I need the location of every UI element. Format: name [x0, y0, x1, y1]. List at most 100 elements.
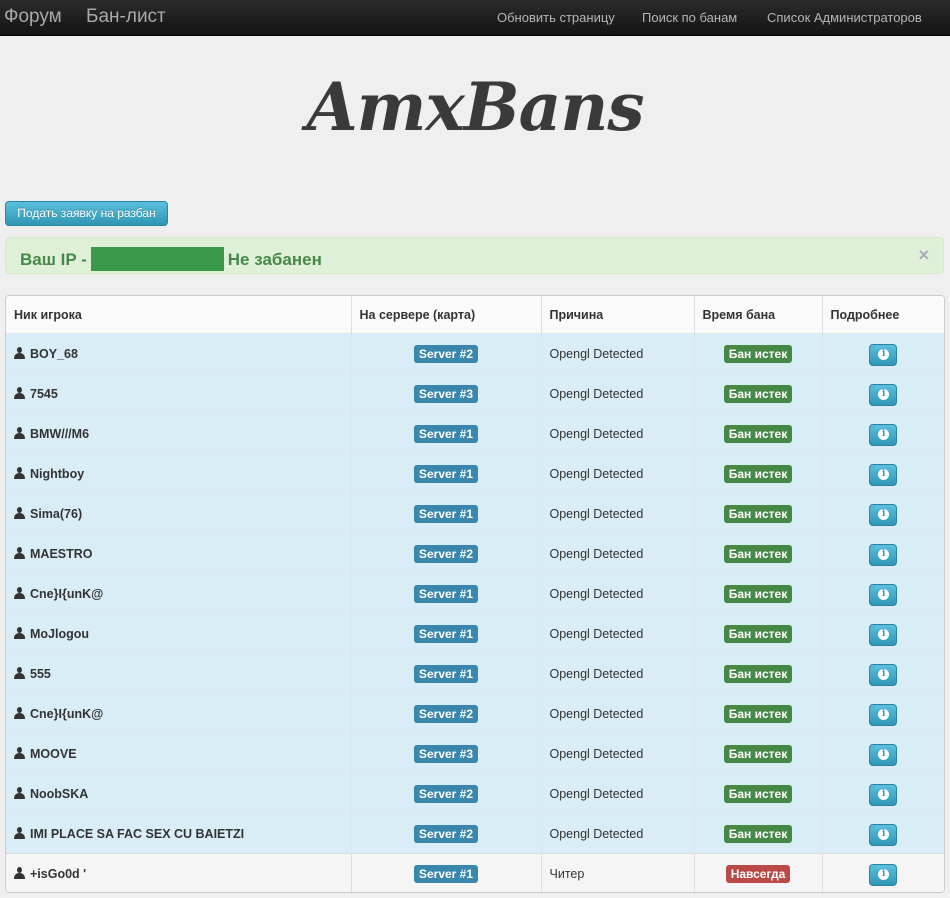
nick-cell: IMI PLACE SA FAC SEX CU BAIETZI: [6, 813, 351, 854]
info-icon: i: [878, 628, 890, 640]
details-button[interactable]: i: [869, 623, 898, 646]
details-button[interactable]: i: [869, 423, 898, 446]
player-nick: Nightboy: [30, 466, 85, 481]
details-button[interactable]: i: [869, 743, 898, 766]
table-row[interactable]: IMI PLACE SA FAC SEX CU BAIETZI Server #2…: [6, 813, 944, 854]
ban-time-cell: Бан истек: [693, 573, 822, 614]
nick-cell: +isGo0d ': [6, 853, 351, 892]
server-cell: Server #1: [350, 653, 541, 694]
server-badge: Server #1: [413, 504, 479, 523]
info-icon: i: [878, 828, 890, 840]
details-button[interactable]: i: [869, 383, 898, 406]
server-badge: Server #1: [413, 424, 479, 443]
ip-status-alert: Ваш IP - Не забанен ×: [5, 237, 944, 274]
ban-time-cell: Бан истек: [693, 453, 822, 494]
submit-unban-request-button[interactable]: Подать заявку на разбан: [5, 201, 168, 226]
table-row[interactable]: 7545 Server #3 Opengl Detected Бан истек i: [6, 373, 944, 414]
server-cell: Server #2: [350, 693, 541, 734]
user-icon: [14, 386, 25, 399]
reason-cell: Opengl Detected: [540, 453, 694, 494]
server-badge: Server #1: [413, 664, 479, 683]
player-nick: IMI PLACE SA FAC SEX CU BAIETZI: [30, 826, 245, 841]
details-button[interactable]: i: [869, 583, 898, 606]
nick-cell: MAESTRO: [6, 533, 351, 574]
ban-time-cell: Бан истек: [693, 333, 822, 374]
ban-table-container: Ник игрока На сервере (карта) Причина Вр…: [5, 295, 945, 893]
reason-cell: Opengl Detected: [540, 813, 694, 854]
table-row[interactable]: BMW///M6 Server #1 Opengl Detected Бан исте…: [6, 413, 944, 454]
nav-refresh-link[interactable]: Обновить страницу: [497, 10, 615, 25]
ban-time-badge: Бан истек: [723, 424, 793, 443]
table-row[interactable]: Cne}I{unK@ Server #1 Opengl Detected Бан ис…: [6, 573, 944, 614]
nick-cell: Cne}I{unK@: [6, 693, 351, 734]
reason-cell: Opengl Detected: [540, 413, 694, 454]
details-button[interactable]: i: [869, 663, 898, 686]
table-row[interactable]: MOOVE Server #3 Opengl Detected Бан истек i: [6, 733, 944, 774]
details-cell: i: [821, 453, 944, 494]
nick-cell: MOOVE: [6, 733, 351, 774]
nav-banlist-link[interactable]: Бан-лист: [86, 6, 166, 28]
close-icon[interactable]: ×: [918, 245, 929, 266]
details-cell: i: [821, 693, 944, 734]
nav-admins-link[interactable]: Список Администраторов: [767, 10, 922, 25]
ban-time-cell: Бан истек: [693, 773, 822, 814]
ban-time-badge: Бан истек: [723, 384, 793, 403]
details-button[interactable]: i: [869, 823, 898, 846]
reason-cell: Читер: [540, 853, 694, 892]
details-cell: i: [821, 413, 944, 454]
ban-time-cell: Бан истек: [693, 373, 822, 414]
server-badge: Server #2: [413, 784, 479, 803]
header-ban-time: Время бана: [693, 296, 822, 334]
nick-cell: Cne}I{unK@: [6, 573, 351, 614]
details-cell: i: [821, 333, 944, 374]
table-row[interactable]: NoobSKA Server #2 Opengl Detected Бан истек…: [6, 773, 944, 814]
nav-forum-link[interactable]: Форум: [4, 6, 62, 28]
server-badge: Server #1: [413, 584, 479, 603]
details-button[interactable]: i: [869, 783, 898, 806]
server-cell: Server #2: [350, 333, 541, 374]
details-button[interactable]: i: [869, 503, 898, 526]
details-cell: i: [821, 573, 944, 614]
server-cell: Server #2: [350, 813, 541, 854]
table-row[interactable]: MAESTRO Server #2 Opengl Detected Бан истек…: [6, 533, 944, 574]
details-cell: i: [821, 773, 944, 814]
table-row[interactable]: MoJlogou Server #1 Opengl Detected Бан исте…: [6, 613, 944, 654]
details-button[interactable]: i: [869, 863, 898, 886]
table-row[interactable]: 555 Server #1 Opengl Detected Бан истек i: [6, 653, 944, 694]
details-button[interactable]: i: [869, 343, 898, 366]
ban-time-badge: Бан истек: [723, 624, 793, 643]
nick-cell: BOY_68: [6, 333, 351, 374]
ban-time-badge: Бан истек: [723, 664, 793, 683]
ban-time-badge: Бан истек: [723, 344, 793, 363]
nav-search-bans-link[interactable]: Поиск по банам: [642, 10, 737, 25]
ban-table: Ник игрока На сервере (карта) Причина Вр…: [6, 296, 944, 892]
ban-time-badge: Бан истек: [723, 824, 793, 843]
details-cell: i: [821, 853, 944, 892]
info-icon: i: [878, 388, 890, 400]
table-row[interactable]: Sima(76) Server #1 Opengl Detected Бан исте…: [6, 493, 944, 534]
reason-cell: Opengl Detected: [540, 573, 694, 614]
ban-table-body: BOY_68 Server #2 Opengl Detected Бан истек i…: [6, 333, 944, 892]
table-row[interactable]: Nightboy Server #1 Opengl Detected Бан исте…: [6, 453, 944, 494]
header-server: На сервере (карта): [350, 296, 541, 334]
server-cell: Server #3: [350, 373, 541, 414]
ban-time-cell: Бан истек: [693, 693, 822, 734]
user-icon: [14, 746, 25, 759]
table-row[interactable]: +isGo0d ' Server #1 Читер Навсегда i: [6, 853, 944, 892]
server-cell: Server #1: [350, 853, 541, 892]
reason-cell: Opengl Detected: [540, 533, 694, 574]
header-details: Подробнее: [821, 296, 944, 334]
ban-status: Не забанен: [227, 250, 322, 269]
details-button[interactable]: i: [869, 703, 898, 726]
ban-time-cell: Навсегда: [693, 853, 822, 892]
details-button[interactable]: i: [869, 543, 898, 566]
details-cell: i: [821, 373, 944, 414]
nick-cell: Sima(76): [6, 493, 351, 534]
server-cell: Server #1: [350, 413, 541, 454]
server-badge: Server #2: [413, 704, 479, 723]
player-nick: Sima(76): [30, 506, 83, 521]
details-button[interactable]: i: [869, 463, 898, 486]
table-row[interactable]: Cne}I{unK@ Server #2 Opengl Detected Бан ис…: [6, 693, 944, 734]
table-row[interactable]: BOY_68 Server #2 Opengl Detected Бан истек i: [6, 333, 944, 374]
top-navbar: Форум Бан-лист Обновить страницу Поиск п…: [0, 0, 950, 36]
